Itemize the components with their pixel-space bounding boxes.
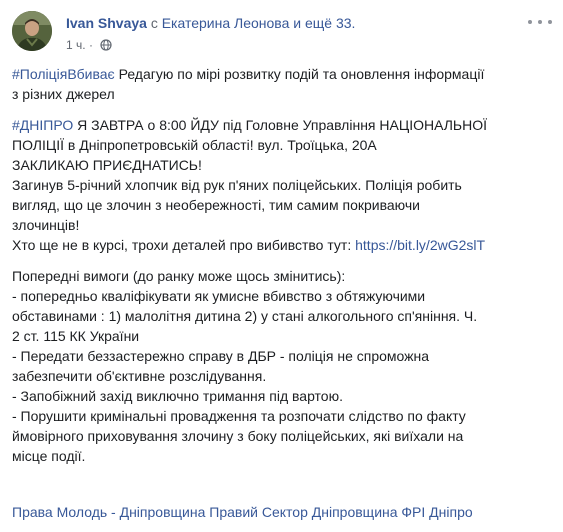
paragraph-text: обставинами : 1) малолітня дитина 2) у с… [12, 308, 478, 324]
paragraph-text: - Порушити кримінальні провадження та ро… [12, 408, 466, 424]
author-avatar[interactable] [12, 11, 52, 51]
external-link[interactable]: https://bit.ly/2wG2slT [355, 237, 485, 253]
paragraph-text: місце події. [12, 448, 86, 464]
paragraph-text: 2 ст. 115 КК України [12, 328, 140, 344]
with-prefix: с [150, 15, 158, 31]
avatar-image [12, 11, 52, 51]
more-options-icon[interactable] [528, 13, 552, 31]
tagged-person-link[interactable]: Екатерина Леонова [162, 15, 290, 31]
post-timestamp[interactable]: 1 ч. [66, 38, 86, 52]
paragraph-text: Хто ще не в курсі, трохи деталей про виб… [12, 237, 352, 253]
page-tags-link[interactable]: Права Молодь - Дніпровщина Правий Сектор… [12, 502, 473, 522]
author-line: Ivan Shvaya с Екатерина Леонова и ещё 33… [66, 14, 355, 32]
paragraph-text: - Передати беззастережно справу в ДБР - … [12, 348, 430, 364]
paragraph-text: з різних джерел [12, 86, 115, 102]
post-body: #ПоліціяВбиває Редагую по мірі розвитку … [12, 64, 552, 477]
author-name[interactable]: Ivan Shvaya [66, 15, 147, 31]
paragraph-text: - Запобіжний захід виключно тримання під… [12, 388, 343, 404]
hashtag-link[interactable]: #ДНІПРО [12, 117, 73, 133]
paragraph-text: Загинув 5-річний хлопчик від рук п'яних … [12, 177, 462, 193]
paragraph-text: Редагую по мірі розвитку подій та оновле… [118, 66, 485, 82]
post-header: Ivan Shvaya с Екатерина Леонова и ещё 33… [12, 11, 552, 57]
post-paragraph-2: #ДНІПРО Я ЗАВТРА о 8:00 ЙДУ під Головне … [12, 115, 552, 255]
meta-separator: · [88, 38, 93, 52]
tagged-others-link[interactable]: и ещё 33. [293, 15, 355, 31]
post-paragraph-3: Попередні вимоги (до ранку може щось змі… [12, 266, 552, 466]
paragraph-text: ЗАКЛИКАЮ ПРИЄДНАТИСЬ! [12, 157, 202, 173]
paragraph-text: вигляд, що це злочин з необережності, ти… [12, 197, 420, 213]
post-paragraph-1: #ПоліціяВбиває Редагую по мірі розвитку … [12, 64, 552, 104]
post-meta: 1 ч. · [66, 37, 112, 55]
paragraph-text: Попередні вимоги (до ранку може щось змі… [12, 268, 346, 284]
paragraph-text: Я ЗАВТРА о 8:00 ЙДУ під Головне Управлін… [77, 117, 487, 133]
hashtag-link[interactable]: #ПоліціяВбиває [12, 66, 115, 82]
globe-icon[interactable] [100, 39, 112, 55]
paragraph-text: - попередньо кваліфікувати як умисне вби… [12, 288, 426, 304]
paragraph-text: забезпечити об'єктивне розслідування. [12, 368, 267, 384]
paragraph-text: ПОЛІЦІЇ в Дніпропетровській області! вул… [12, 137, 377, 153]
paragraph-text: ймовірного приховування злочину з боку п… [12, 428, 464, 444]
paragraph-text: злочинців! [12, 217, 80, 233]
